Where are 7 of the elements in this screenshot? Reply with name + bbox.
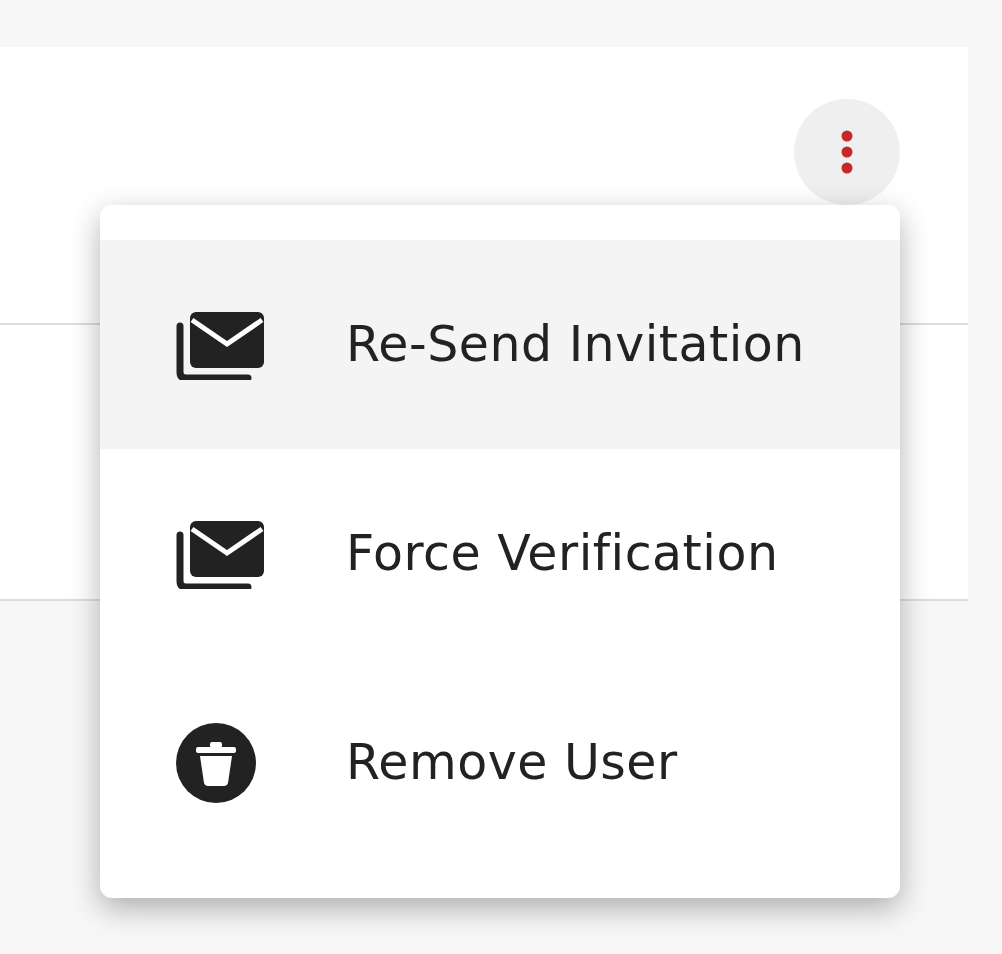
envelopes-icon (176, 309, 266, 380)
trash-icon (176, 722, 256, 803)
kebab-icon (840, 129, 854, 175)
menu-item[interactable]: Force Verification (100, 449, 900, 658)
envelopes-icon (176, 518, 266, 589)
menu-item[interactable]: Re-Send Invitation (100, 240, 900, 449)
menu-item[interactable]: Remove User (100, 658, 900, 867)
